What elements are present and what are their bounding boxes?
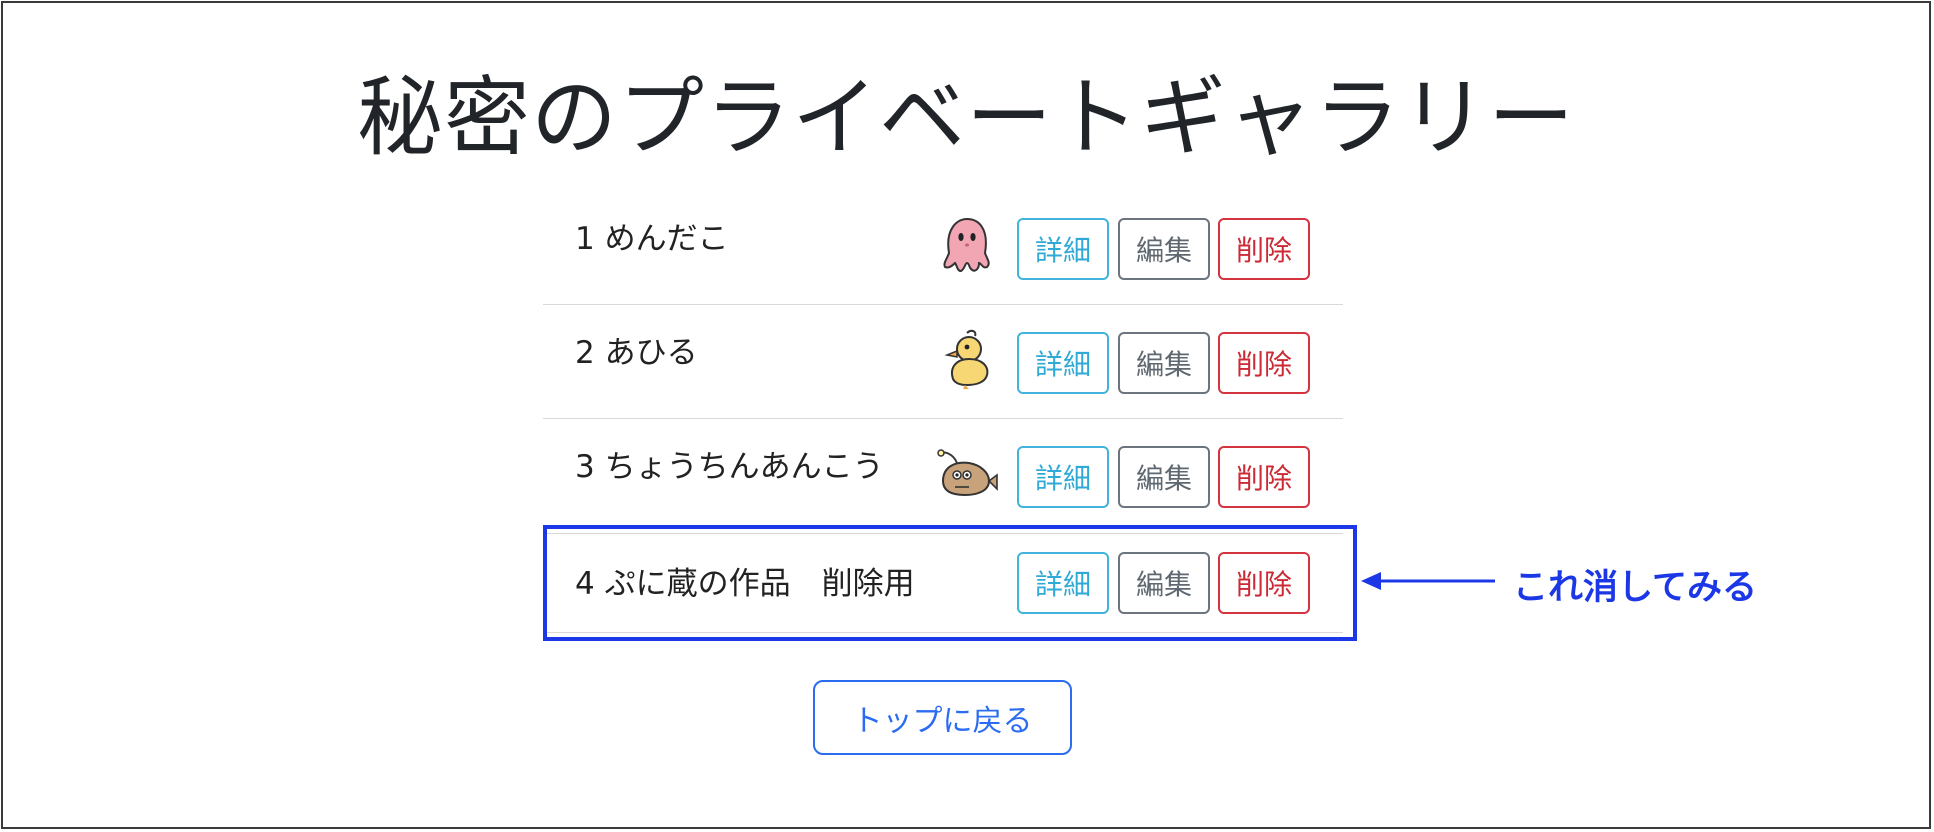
list-item: 2 あひる 詳細 編集 削除 [543,305,1343,419]
list-item: 3 ちょうちんあんこう 詳細 編集 削除 [543,419,1343,533]
highlight-box [543,525,1357,641]
edit-button[interactable]: 編集 [1118,332,1210,394]
list-item: 1 めんだこ 詳細 編集 削除 [543,191,1343,305]
edit-button[interactable]: 編集 [1118,218,1210,280]
back-to-top-button[interactable]: トップに戻る [813,680,1072,755]
arrow-left-icon [1361,572,1495,590]
item-label: 3 ちょうちんあんこう [575,449,884,485]
pink-octopus-icon [943,217,990,273]
edit-button[interactable]: 編集 [1118,446,1210,508]
detail-button[interactable]: 詳細 [1017,332,1109,394]
delete-button[interactable]: 削除 [1218,218,1310,280]
delete-button[interactable]: 削除 [1218,446,1310,508]
annotation-label: これ消してみる [1513,568,1757,608]
detail-button[interactable]: 詳細 [1017,218,1109,280]
anglerfish-icon [937,449,998,497]
item-label: 1 めんだこ [575,221,729,257]
yellow-duck-icon [944,329,989,389]
item-label: 2 あひる [575,335,698,371]
delete-button[interactable]: 削除 [1218,332,1310,394]
detail-button[interactable]: 詳細 [1017,446,1109,508]
screenshot-frame: 秘密のプライベートギャラリー 1 めんだこ 詳細 編集 削除 2 あひる 詳細 … [1,1,1931,829]
page-title: 秘密のプライベートギャラリー [357,68,1575,168]
